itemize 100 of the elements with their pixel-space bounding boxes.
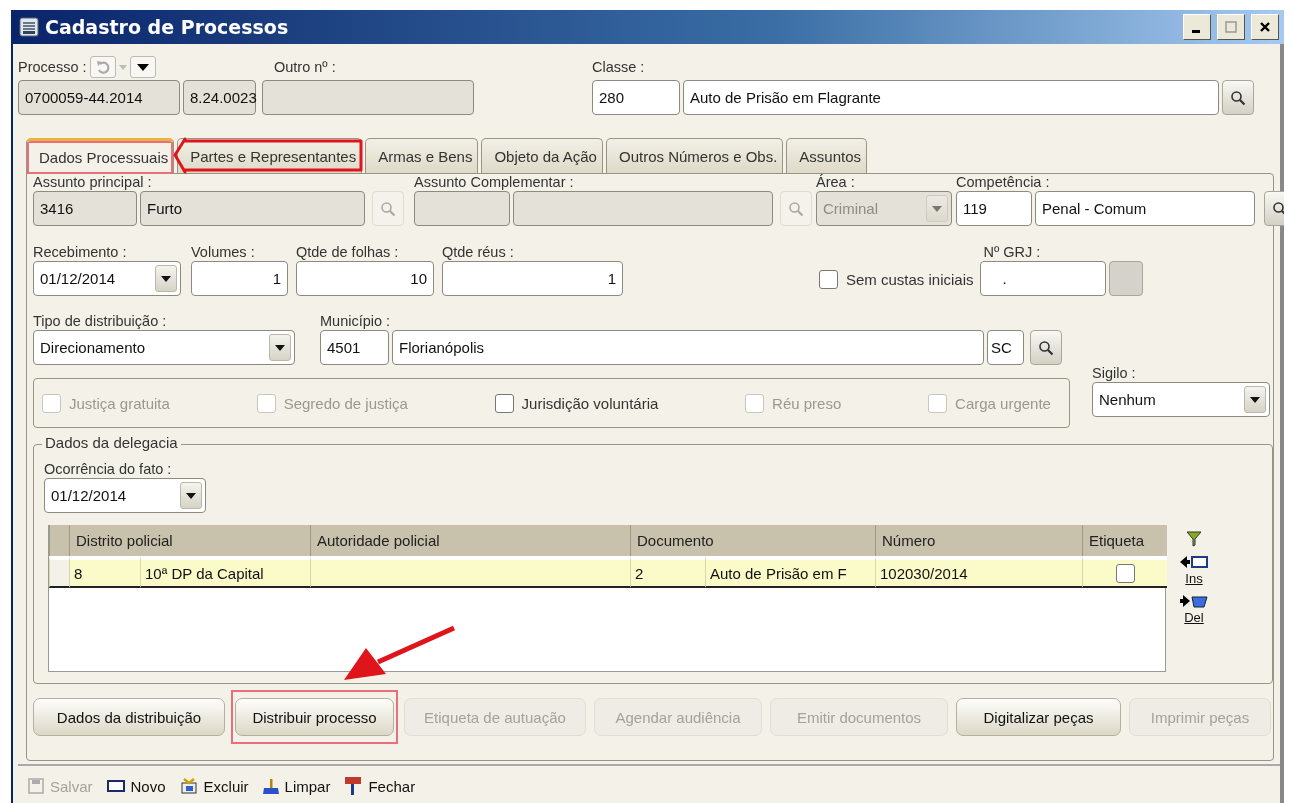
field-label: Nº GRJ : [983,244,1042,261]
volumes-field[interactable]: 1 [191,261,288,296]
secrecy-dropdown[interactable]: Nenhum [1092,382,1270,417]
action-button[interactable]: Distribuir processo [235,698,394,736]
distribution-type-dropdown[interactable]: Direcionamento [33,330,295,365]
minimize-button[interactable] [1183,14,1211,40]
table-cell: 2 [630,556,705,588]
floppy-icon [28,778,44,794]
column-header[interactable]: Etiqueta [1082,525,1167,556]
process-number-field[interactable]: 0700059-44.2014 [18,80,180,115]
process-suffix-field[interactable]: 8.24.0023 [183,80,256,115]
row-header[interactable] [49,556,69,588]
class-code-field[interactable]: 280 [592,80,680,115]
defendants-field[interactable]: 1 [442,261,623,296]
caret-icon [275,344,285,351]
date-field[interactable]: 01/12/2014 [33,261,181,296]
toolbar-button[interactable]: Excluir [179,777,249,795]
row-header [49,525,69,556]
maximize-icon [1225,21,1237,33]
close-button[interactable] [1251,14,1279,40]
maximize-button[interactable] [1217,14,1245,40]
close-icon [1259,21,1271,33]
other-number-field[interactable] [262,80,474,115]
checkbox-label: Carga urgente [955,394,1051,412]
table-cell: 8 [69,556,140,588]
field-label: Município : [320,313,392,330]
column-header[interactable]: Documento [630,525,875,556]
field-label: Assunto principal : [33,174,153,191]
checkbox[interactable] [494,393,514,413]
side-link[interactable]: Del [1184,610,1204,625]
field-label: Ocorrência do fato : [44,461,172,478]
side-link[interactable]: Ins [1185,571,1203,586]
app-icon [19,17,39,37]
checkbox-label: Justiça gratuita [69,394,170,412]
search-icon [1038,339,1054,356]
state-field[interactable]: SC [987,330,1024,365]
field-label: Assunto Complementar : [414,174,575,191]
search-icon [1230,89,1246,106]
column-header[interactable]: Autoridade policial [310,525,630,556]
complementary-name-field[interactable] [513,191,773,226]
municipality-name-field[interactable]: Florianópolis [392,330,984,365]
tab[interactable]: Armas e Bens [365,138,479,173]
caret-icon [186,492,196,499]
table-cell: 102030/2014 [875,556,1082,588]
search-button[interactable] [1222,80,1254,115]
municipality-code-field[interactable]: 4501 [320,330,389,365]
column-header[interactable]: Distrito policial [69,525,310,556]
signpost-icon [344,776,363,796]
field-label: Tipo de distribuição : [33,313,168,330]
field-label: Área : [816,174,856,191]
field-label: Volumes : [191,244,256,261]
undo-icon [94,59,111,75]
group-title: Dados da delegacia [42,434,181,451]
tab[interactable]: Assuntos [786,138,868,173]
toolbar-button[interactable]: Fechar [344,776,416,796]
window-icon [106,779,125,793]
action-button[interactable]: Digitalizar peças [956,698,1121,736]
field-label: Processo : [18,58,87,76]
minimize-icon [1191,30,1200,33]
checkbox-label: Réu preso [772,394,842,412]
tab[interactable]: Outros Números e Obs. [605,138,784,173]
pages-field[interactable]: 10 [296,261,434,296]
broom-icon [262,778,279,794]
toolbar-button[interactable]: Limpar [262,777,331,795]
toolbar-button[interactable]: Novo [106,777,166,795]
date-field[interactable]: 01/12/2014 [44,478,206,513]
caret-icon [136,63,149,71]
insert-row-icon [1180,555,1208,569]
caret-icon [161,275,171,282]
eraser-icon [179,777,198,795]
caret-icon [118,64,127,70]
field-label: Classe : [592,58,645,76]
checkbox[interactable] [819,270,838,289]
jurisdiction-code-field[interactable]: 119 [956,191,1032,226]
delete-row-icon [1180,594,1208,608]
field-label: Qtde de folhas : [296,244,400,261]
subject-name-field[interactable]: Furto [140,191,365,226]
tab[interactable]: Objeto da Ação [481,138,603,173]
checkbox-label: Sem custas iniciais [846,271,974,288]
checkbox[interactable] [1115,563,1135,583]
dropdown-button[interactable] [129,56,156,78]
table-cell: 10ª DP da Capital [140,556,310,588]
field-label: Qtde réus : [442,244,515,261]
field-label: Outro nº : [274,58,336,76]
grj-field[interactable]: . [979,261,1106,296]
field-label: Competência : [956,174,1051,191]
jurisdiction-name-field[interactable]: Penal - Comum [1035,191,1255,226]
search-icon [788,200,804,217]
search-button[interactable] [1030,330,1062,365]
tab[interactable]: Dados Processuais [26,138,175,174]
field-label: Sigilo : [1092,365,1137,382]
field-label: Recebimento : [33,244,128,261]
window-title: Cadastro de Processos [45,16,289,38]
subject-code-field[interactable]: 3416 [33,191,137,226]
filter-icon[interactable] [1187,531,1201,547]
search-icon [1272,200,1284,217]
column-header[interactable]: Número [875,525,1082,556]
complementary-code-field[interactable] [414,191,510,226]
class-name-field[interactable]: Auto de Prisão em Flagrante [683,80,1219,115]
action-button[interactable]: Dados da distribuição [33,698,225,736]
